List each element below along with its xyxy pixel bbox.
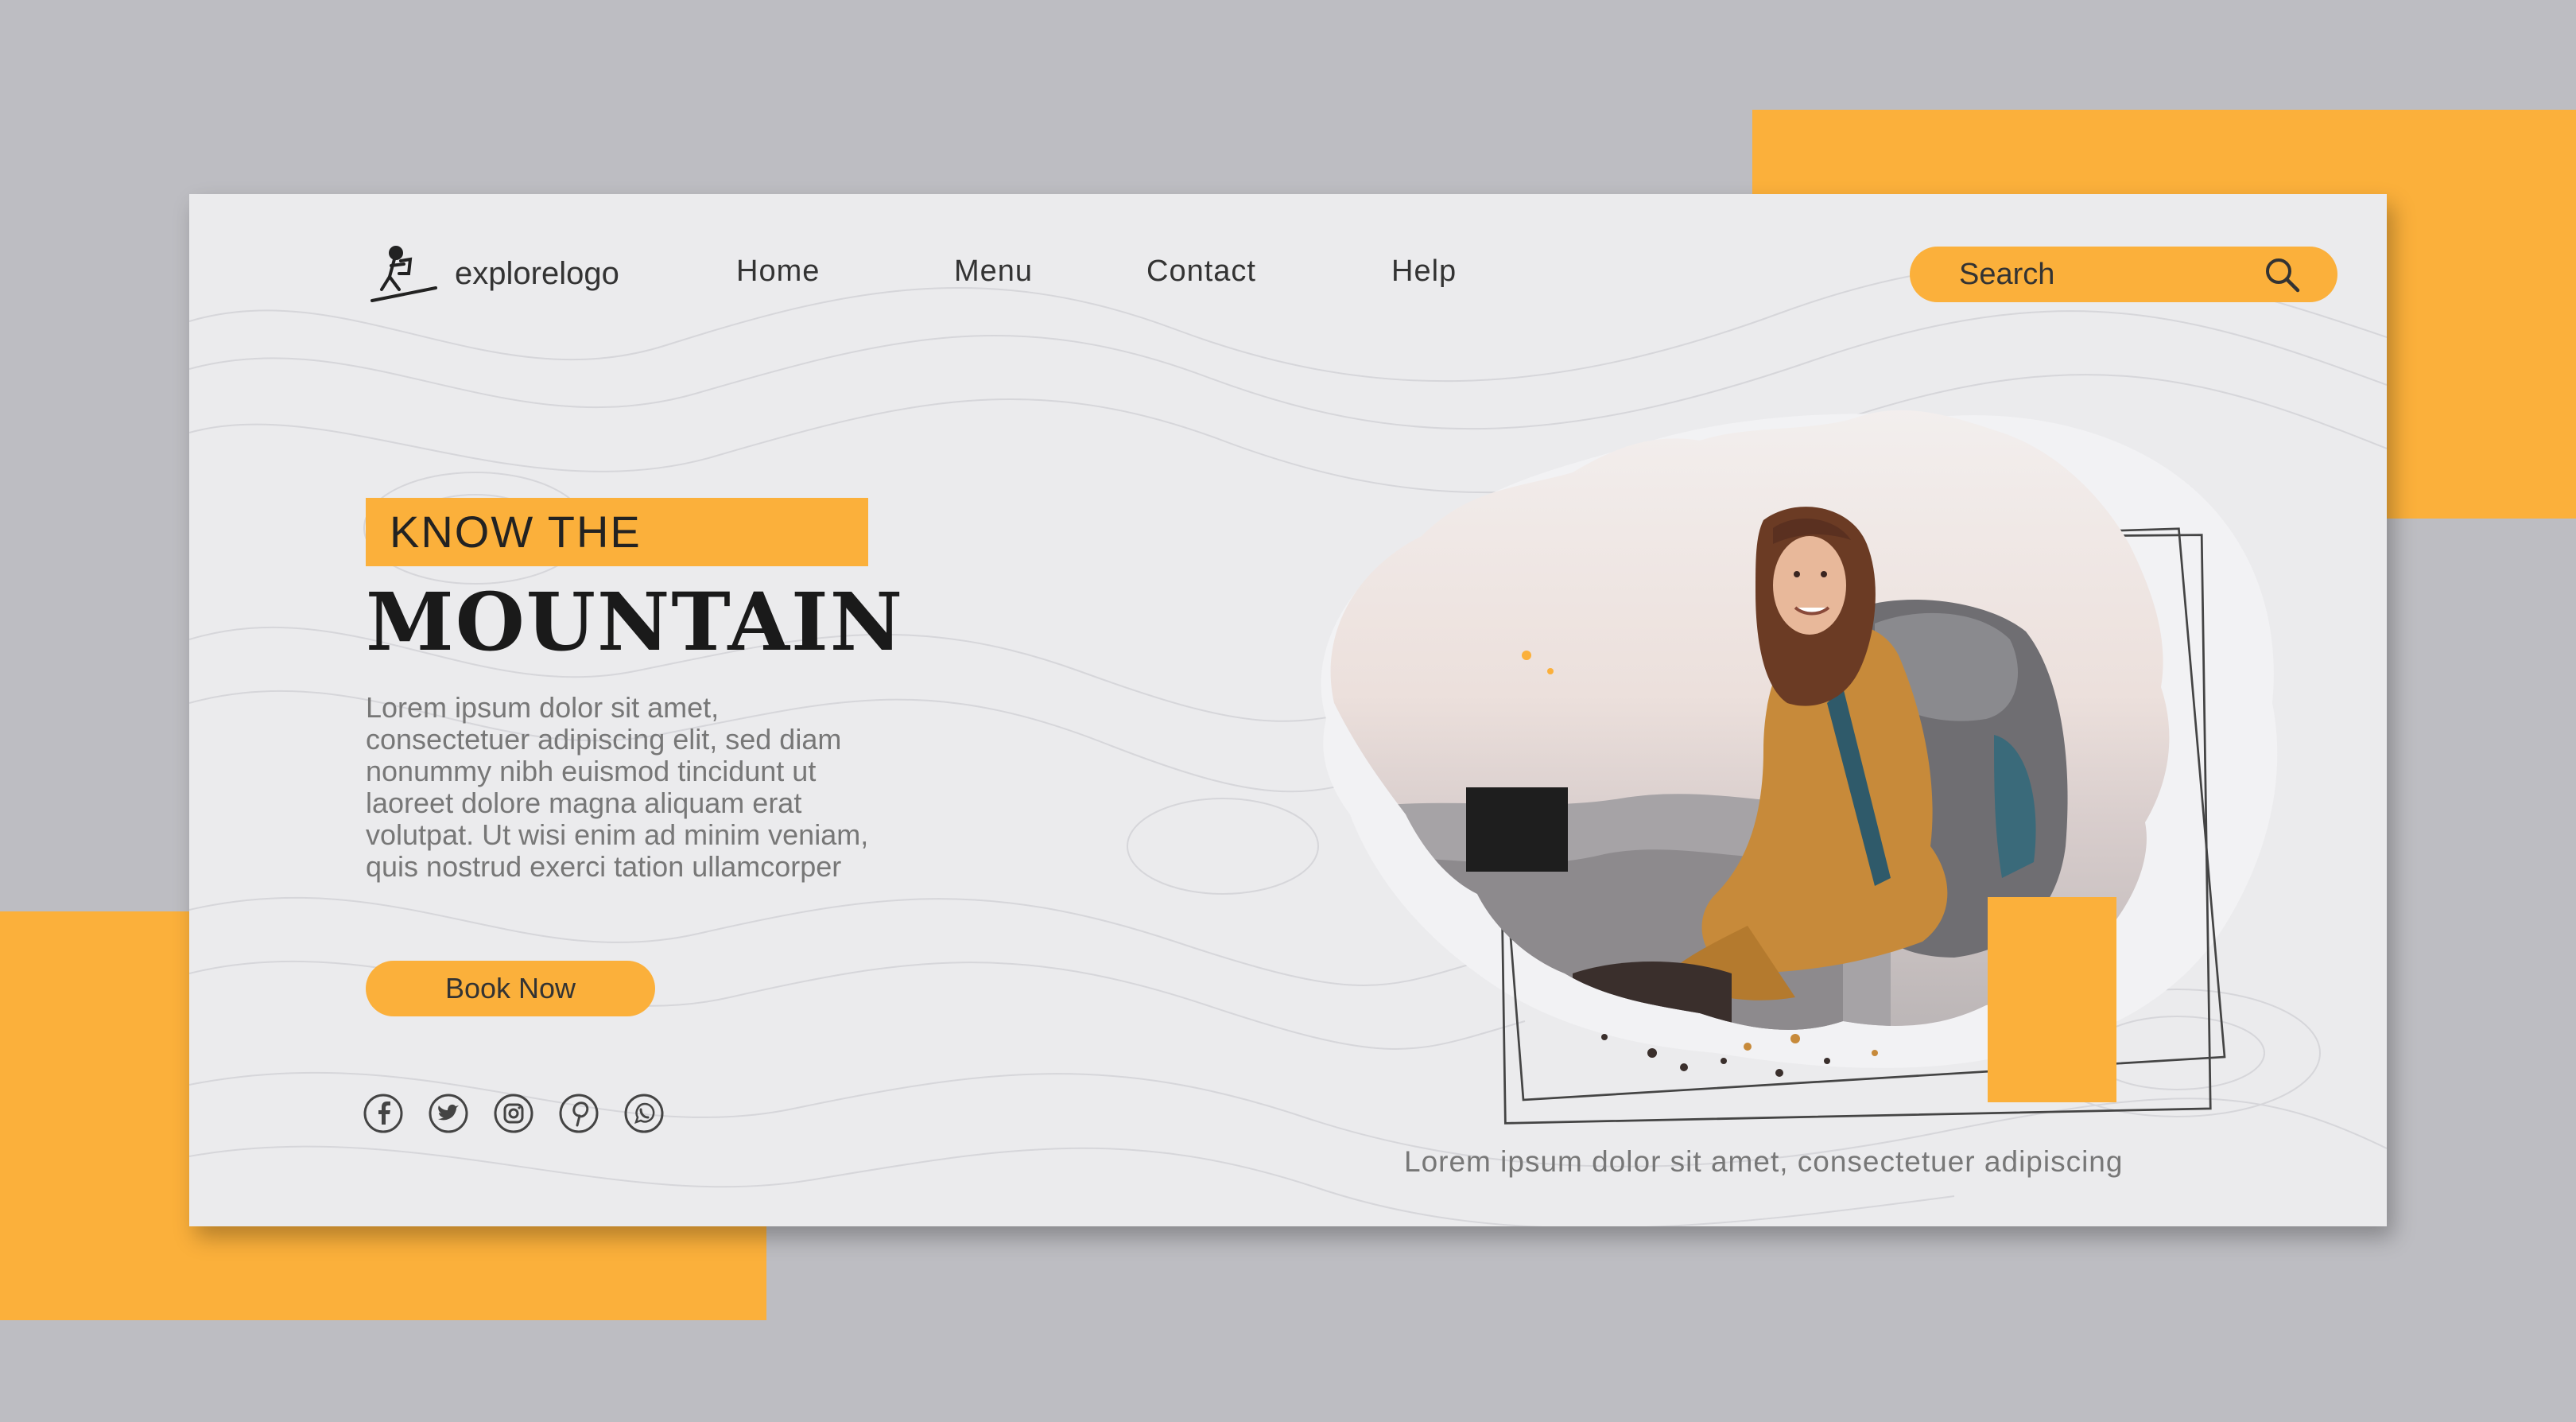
- logo-text: explorelogo: [455, 255, 619, 291]
- splatter-dot: [1744, 1043, 1752, 1051]
- splatter-dot: [1680, 1063, 1688, 1071]
- nav-link-help[interactable]: Help: [1391, 254, 1457, 289]
- splatter-dot: [1647, 1048, 1657, 1058]
- hero-headline: MOUNTAIN: [366, 575, 905, 669]
- twitter-icon[interactable]: [428, 1093, 469, 1134]
- splatter-dot: [1721, 1058, 1727, 1064]
- splatter-dot: [1790, 1034, 1800, 1043]
- accent-square-black: [1466, 787, 1568, 872]
- splatter-dot: [1775, 1069, 1783, 1077]
- nav-link-home[interactable]: Home: [736, 254, 820, 289]
- hero-body-text: Lorem ipsum dolor sit amet, consectetuer…: [366, 691, 869, 883]
- splatter-dot: [1522, 651, 1531, 660]
- pinterest-icon[interactable]: [558, 1093, 599, 1134]
- whatsapp-icon[interactable]: [623, 1093, 665, 1134]
- splatter-dot: [1824, 1058, 1830, 1064]
- splatter-dot: [1601, 1034, 1608, 1040]
- facebook-icon[interactable]: [363, 1093, 404, 1134]
- splatter-dot: [1547, 668, 1554, 674]
- brand-logo[interactable]: explorelogo: [364, 242, 619, 305]
- splatter-dot: [1872, 1050, 1878, 1056]
- social-links: [363, 1093, 665, 1134]
- nav-link-contact[interactable]: Contact: [1146, 254, 1256, 289]
- hero-kicker: KNOW THE: [366, 498, 868, 566]
- hero-image-composition: [1321, 410, 2278, 1125]
- accent-block-bottom-right: [1988, 897, 2116, 1102]
- instagram-icon[interactable]: [493, 1093, 534, 1134]
- image-caption: Lorem ipsum dolor sit amet, consectetuer…: [1404, 1145, 2124, 1178]
- nav-link-menu[interactable]: Menu: [954, 254, 1033, 289]
- landing-page-card: explorelogo Home Menu Contact Help KNOW …: [189, 194, 2387, 1226]
- search-icon[interactable]: [2261, 254, 2302, 295]
- book-now-button[interactable]: Book Now: [366, 961, 655, 1016]
- search-input[interactable]: [1959, 257, 2245, 292]
- hiker-logo-icon: [370, 246, 437, 302]
- search-bar[interactable]: [1910, 247, 2337, 302]
